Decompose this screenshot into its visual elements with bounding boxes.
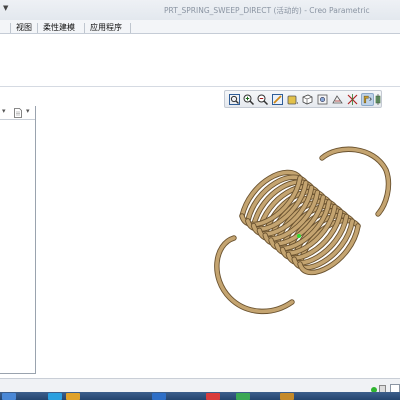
display-style-icon[interactable] — [286, 93, 299, 106]
model-tree-panel: ▾ ▾ — [0, 106, 36, 374]
annotation-display-icon[interactable] — [361, 93, 374, 106]
perspective-icon[interactable] — [331, 93, 344, 106]
view-manager-icon[interactable] — [316, 93, 329, 106]
spring-coils — [214, 146, 392, 315]
start-icon[interactable] — [2, 393, 16, 400]
chevron-down-icon[interactable]: ▾ — [2, 107, 6, 115]
datum-display-icon[interactable] — [346, 93, 359, 106]
spin-center-icon[interactable] — [375, 93, 382, 106]
ribbon-tabs: 视图 柔性建模 应用程序 — [0, 20, 400, 34]
tab-applications[interactable]: 应用程序 — [87, 22, 125, 34]
refit-icon[interactable] — [228, 93, 241, 106]
tab-separator — [84, 23, 85, 33]
taskbar-app-icon[interactable] — [280, 393, 294, 400]
taskbar-app-icon[interactable] — [66, 393, 80, 400]
repaint-icon[interactable] — [271, 93, 284, 106]
zoom-in-icon[interactable] — [242, 93, 255, 106]
tab-flexible-modeling[interactable]: 柔性建模 — [40, 22, 78, 34]
tab-separator — [37, 23, 38, 33]
taskbar-app-icon[interactable] — [48, 393, 62, 400]
zoom-out-icon[interactable] — [256, 93, 269, 106]
document-icon[interactable] — [14, 108, 22, 118]
saved-orientations-icon[interactable] — [301, 93, 314, 106]
taskbar-app-icon[interactable] — [206, 393, 220, 400]
model-tree-header: ▾ ▾ — [0, 106, 35, 120]
tab-view[interactable]: 视图 — [13, 22, 35, 34]
chevron-down-icon[interactable]: ▾ — [26, 107, 30, 115]
quick-access-dropdown-icon[interactable]: ▼ — [3, 4, 8, 12]
window-title: PRT_SPRING_SWEEP_DIRECT (活动的) - Creo Par… — [164, 6, 370, 15]
title-bar: ▼ PRT_SPRING_SWEEP_DIRECT (活动的) - Creo P… — [0, 0, 400, 20]
spin-center-marker — [297, 234, 301, 238]
tab-separator — [10, 23, 11, 33]
spring-model[interactable] — [200, 140, 400, 320]
ribbon-panel — [0, 34, 400, 87]
taskbar — [0, 392, 400, 400]
taskbar-app-icon[interactable] — [236, 393, 250, 400]
tab-separator — [130, 23, 131, 33]
graphics-toolbar — [224, 90, 382, 108]
taskbar-app-icon[interactable] — [152, 393, 166, 400]
